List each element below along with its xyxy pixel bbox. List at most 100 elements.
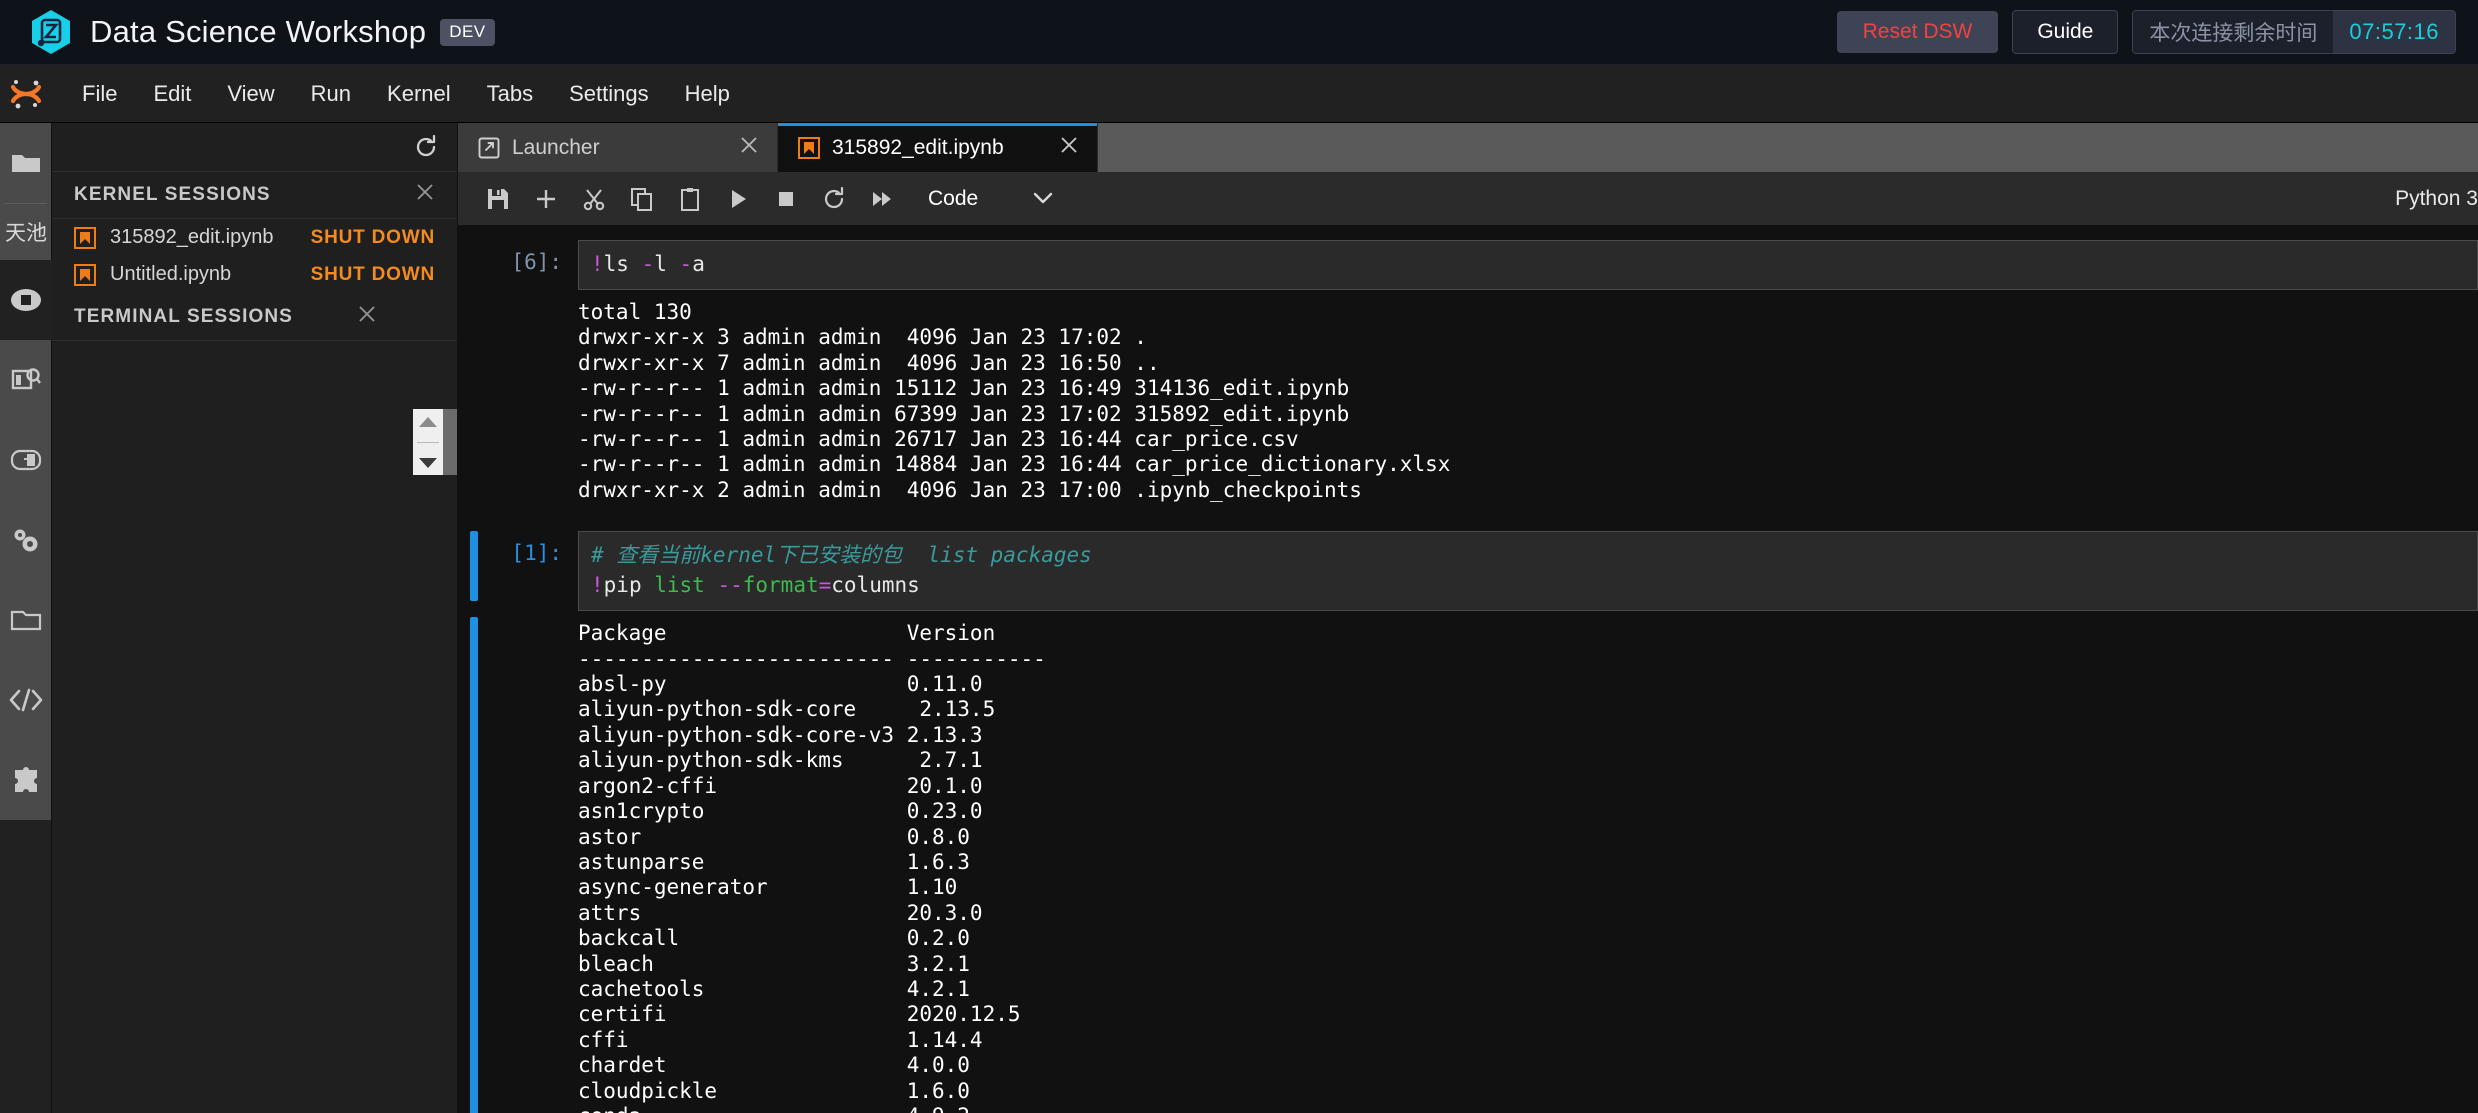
- menu-item-view[interactable]: View: [209, 73, 292, 115]
- copy-button[interactable]: [618, 177, 666, 221]
- terminal-sessions-title: TERMINAL SESSIONS: [74, 305, 293, 327]
- dsw-application-window: Data Science Workshop DEV Reset DSW Guid…: [0, 0, 2478, 1113]
- chevron-down-icon[interactable]: [419, 457, 437, 468]
- save-icon: [488, 188, 508, 209]
- kernel-sessions-title: KERNEL SESSIONS: [74, 184, 271, 205]
- paste-button[interactable]: [666, 177, 714, 221]
- sidebar-item-extension-manager[interactable]: [0, 740, 52, 820]
- notebook-cell[interactable]: [6]: !ls -l -a total 130 drwxr-xr-x 3 ad…: [458, 226, 2478, 507]
- close-icon[interactable]: [357, 304, 377, 330]
- dsw-extension-icon: [10, 449, 42, 471]
- notebook-cell[interactable]: [1]: # 查看当前kernel下已安装的包 list packages !p…: [458, 531, 2478, 612]
- shutdown-button[interactable]: SHUT DOWN: [311, 227, 435, 249]
- menu-item-settings[interactable]: Settings: [551, 73, 667, 115]
- sidebar-item-open-folder[interactable]: [0, 580, 52, 660]
- chevron-down-icon: [1032, 187, 1054, 211]
- notebook-cell-output-wrapper: Package Version ------------------------…: [458, 611, 2478, 1113]
- menu-item-run[interactable]: Run: [293, 73, 369, 115]
- list-item[interactable]: 315892_edit.ipynb SHUT DOWN: [52, 219, 457, 256]
- cell-input-editor[interactable]: # 查看当前kernel下已安装的包 list packages !pip li…: [578, 531, 2478, 612]
- menu-item-list: File Edit View Run Kernel Tabs Settings …: [64, 73, 748, 115]
- reset-dsw-button[interactable]: Reset DSW: [1836, 11, 1999, 53]
- terminal-sessions-header: TERMINAL SESSIONS: [52, 293, 457, 341]
- shutdown-button[interactable]: SHUT DOWN: [311, 264, 435, 286]
- sidebar-item-toc[interactable]: [0, 340, 52, 420]
- menu-item-kernel[interactable]: Kernel: [369, 73, 469, 115]
- close-icon[interactable]: [415, 182, 435, 208]
- sidebar-item-code-snippets[interactable]: [0, 660, 52, 740]
- copy-icon: [631, 187, 652, 211]
- launcher-icon: [478, 137, 500, 159]
- jupyter-logo-icon: [0, 74, 52, 114]
- save-button[interactable]: [474, 177, 522, 221]
- session-name: Untitled.ipynb: [110, 263, 232, 285]
- notebook-icon: [798, 136, 820, 159]
- tianchi-icon: 天池: [5, 221, 47, 245]
- cell-prompt: [6]:: [511, 250, 562, 274]
- sidebar-item-file-browser[interactable]: [0, 123, 52, 203]
- notebook-icon: [74, 226, 96, 249]
- refresh-icon[interactable]: [413, 134, 439, 160]
- selected-cell-marker: [470, 617, 478, 1113]
- chevron-up-icon[interactable]: [419, 416, 437, 427]
- run-button[interactable]: [714, 177, 762, 221]
- selected-cell-marker: [470, 531, 478, 602]
- cut-button[interactable]: [570, 177, 618, 221]
- sidebar-item-settings[interactable]: [0, 500, 52, 580]
- notebook-toolbar: Code Python 3: [458, 172, 2478, 226]
- rail-group-top: 天池: [0, 123, 51, 260]
- close-icon[interactable]: [1059, 135, 1079, 161]
- session-name: 315892_edit.ipynb: [110, 226, 274, 248]
- brand-actions: Reset DSW Guide 本次连接剩余时间 07:57:16: [1836, 10, 2456, 54]
- guide-button[interactable]: Guide: [2012, 10, 2119, 54]
- fast-forward-icon: [873, 191, 891, 206]
- menu-item-help[interactable]: Help: [667, 73, 748, 115]
- sidebar-icon-rail: 天池: [0, 123, 52, 1113]
- rail-group-bottom: [0, 340, 51, 820]
- stop-button[interactable]: [762, 177, 810, 221]
- main-dock-area: Launcher 315892_edit.ipynb Code Python 3…: [458, 123, 2478, 1113]
- cell-output: Package Version ------------------------…: [578, 621, 1046, 1113]
- session-timer: 本次连接剩余时间 07:57:16: [2132, 10, 2456, 54]
- session-timer-label: 本次连接剩余时间: [2133, 11, 2334, 53]
- dsw-logo-icon: [30, 9, 72, 55]
- scroll-stepper[interactable]: [413, 409, 443, 475]
- restart-icon: [824, 186, 844, 208]
- square-stop-icon: [779, 191, 793, 206]
- close-icon[interactable]: [739, 135, 759, 161]
- app-title: Data Science Workshop: [90, 14, 427, 49]
- restart-run-all-button[interactable]: [858, 177, 906, 221]
- cell-output: total 130 drwxr-xr-x 3 admin admin 4096 …: [578, 300, 1451, 502]
- insert-cell-button[interactable]: [522, 177, 570, 221]
- tab-label: 315892_edit.ipynb: [832, 135, 1004, 159]
- code-snippets-icon: [9, 688, 43, 712]
- menu-item-tabs[interactable]: Tabs: [469, 73, 551, 115]
- divider: [417, 441, 439, 443]
- scissors-icon: [583, 188, 605, 210]
- list-item[interactable]: Untitled.ipynb SHUT DOWN: [52, 256, 457, 293]
- tab-label: Launcher: [512, 135, 600, 159]
- notebook-icon: [74, 263, 96, 286]
- jupyter-menu-bar: File Edit View Run Kernel Tabs Settings …: [0, 65, 2478, 123]
- kernel-indicator[interactable]: Python 3: [2395, 187, 2478, 211]
- notebook-scroll-region[interactable]: [6]: !ls -l -a total 130 drwxr-xr-x 3 ad…: [458, 226, 2478, 1113]
- extension-manager-icon: [15, 767, 37, 792]
- brand-header-bar: Data Science Workshop DEV Reset DSW Guid…: [0, 0, 2478, 65]
- sidebar-item-running-sessions[interactable]: [0, 260, 52, 340]
- tab-launcher[interactable]: Launcher: [458, 123, 778, 172]
- panel-toolbar: [52, 123, 457, 171]
- running-sessions-panel: KERNEL SESSIONS 315892_edit.ipynb SHUT D…: [52, 123, 458, 1113]
- sidebar-item-dsw-extension[interactable]: [0, 420, 52, 500]
- kernel-sessions-header: KERNEL SESSIONS: [52, 171, 457, 219]
- cell-type-dropdown[interactable]: Code: [928, 187, 1054, 211]
- tab-notebook[interactable]: 315892_edit.ipynb: [778, 123, 1098, 172]
- plus-icon: [537, 189, 555, 208]
- cell-input-editor[interactable]: !ls -l -a: [578, 240, 2478, 290]
- menu-item-edit[interactable]: Edit: [135, 73, 209, 115]
- menu-item-file[interactable]: File: [64, 73, 135, 115]
- sidebar-item-tianchi[interactable]: 天池: [0, 204, 52, 260]
- cell-body: Package Version ------------------------…: [578, 611, 2478, 1113]
- paste-icon: [681, 187, 699, 211]
- restart-kernel-button[interactable]: [810, 177, 858, 221]
- panel-scrollbar[interactable]: [443, 409, 457, 475]
